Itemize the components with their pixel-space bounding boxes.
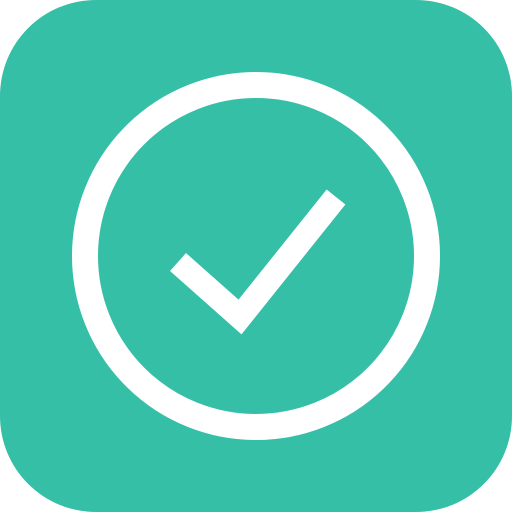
check-circle-icon [0, 0, 512, 512]
app-icon[interactable] [0, 0, 512, 512]
